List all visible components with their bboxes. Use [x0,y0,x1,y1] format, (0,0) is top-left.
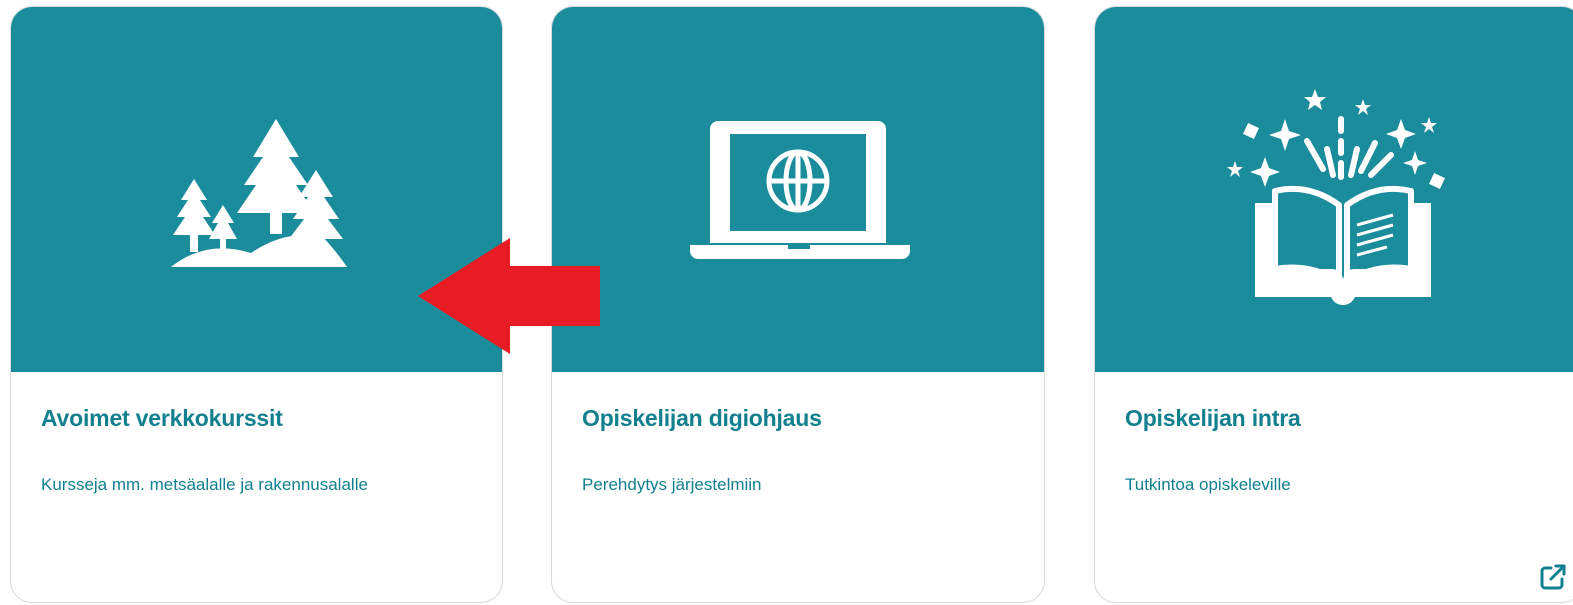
open-book-sparkles-icon [1095,7,1573,372]
card-description: Perehdytys järjestelmiin [582,475,762,494]
card-avoimet-verkkokurssit[interactable]: Avoimet verkkokurssit Kursseja mm. metsä… [10,6,503,603]
card-description: Tutkintoa opiskeleville [1125,475,1291,494]
card-image [552,7,1044,372]
card-description: Kursseja mm. metsäalalle ja rakennusalal… [41,475,368,494]
card-grid: Avoimet verkkokurssit Kursseja mm. metsä… [0,0,1573,605]
laptop-globe-icon [552,7,1044,372]
card-image [11,7,502,372]
external-link-icon[interactable] [1538,562,1568,592]
card-title[interactable]: Opiskelijan digiohjaus [582,405,822,432]
card-image [1095,7,1573,372]
card-opiskelijan-intra[interactable]: Opiskelijan intra Tutkintoa opiskelevill… [1094,6,1573,603]
forest-icon [11,7,502,372]
card-opiskelijan-digiohjaus[interactable]: Opiskelijan digiohjaus Perehdytys järjes… [551,6,1045,603]
card-title[interactable]: Avoimet verkkokurssit [41,405,283,432]
card-title[interactable]: Opiskelijan intra [1125,405,1301,432]
